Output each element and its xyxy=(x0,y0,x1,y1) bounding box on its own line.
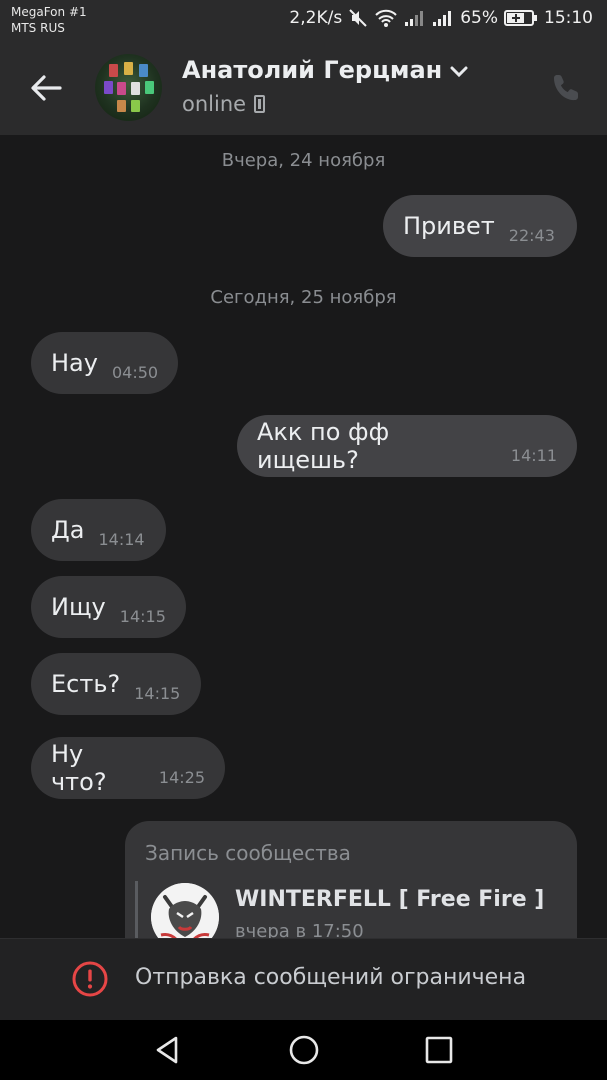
chevron-down-icon[interactable] xyxy=(450,56,468,84)
message-list[interactable]: Вчера, 24 ноября Привет 22:43 Сегодня, 2… xyxy=(0,135,607,938)
chat-header: Анатолий Герцман online xyxy=(0,40,607,135)
message-text: Нау xyxy=(51,349,98,377)
post-label: Запись сообщества xyxy=(145,841,351,865)
nav-recents-icon[interactable] xyxy=(423,1034,455,1066)
community-post-message[interactable]: Запись сообщества WINTERFELL [ Free Fire… xyxy=(125,821,577,938)
message-time: 04:50 xyxy=(111,362,159,382)
quote-bar xyxy=(135,881,138,938)
nav-home-icon[interactable] xyxy=(288,1034,320,1066)
restriction-text: Отправка сообщений ограничена xyxy=(135,965,527,990)
message-time: 14:14 xyxy=(98,529,145,549)
message-text: Есть? xyxy=(51,670,121,698)
message-time: 22:43 xyxy=(508,225,555,245)
contact-name[interactable]: Анатолий Герцман xyxy=(182,56,468,84)
carrier-info: MegaFon #1 MTS RUS xyxy=(11,4,87,36)
status-text: online xyxy=(182,92,247,116)
back-arrow-icon[interactable] xyxy=(28,70,64,106)
post-date: вчера в 17:50 xyxy=(235,921,364,938)
signal-1-icon xyxy=(404,9,426,27)
phone-icon[interactable] xyxy=(551,72,583,104)
mute-icon xyxy=(348,8,368,28)
mobile-icon xyxy=(254,95,266,113)
nav-back-icon[interactable] xyxy=(152,1034,184,1066)
signal-2-icon xyxy=(432,9,454,27)
warning-icon xyxy=(72,961,108,997)
contact-name-text: Анатолий Герцман xyxy=(182,56,443,84)
date-separator-yesterday: Вчера, 24 ноября xyxy=(221,150,386,171)
message-text: Акк по фф ищешь? xyxy=(257,418,390,474)
message-incoming[interactable]: Ну что? 14:25 xyxy=(31,737,225,799)
carrier-line-1: MegaFon #1 xyxy=(11,5,87,19)
message-text: Привет xyxy=(403,212,495,240)
avatar[interactable] xyxy=(95,54,162,121)
date-separator-today: Сегодня, 25 ноября xyxy=(210,287,397,308)
message-incoming[interactable]: Ищу 14:15 xyxy=(31,576,186,638)
wolf-logo-icon[interactable] xyxy=(151,883,219,938)
battery-icon xyxy=(504,9,538,27)
battery-percent: 65% xyxy=(460,8,498,28)
message-time: 14:15 xyxy=(119,606,166,626)
network-speed: 2,2K/s xyxy=(289,8,343,28)
message-outgoing[interactable]: Акк по фф ищешь? 14:11 xyxy=(237,415,577,477)
contact-status: online xyxy=(182,92,266,116)
message-text: Ну что? xyxy=(51,740,107,796)
message-text: Да xyxy=(51,516,85,544)
message-incoming[interactable]: Нау 04:50 xyxy=(31,332,178,394)
post-title[interactable]: WINTERFELL [ Free Fire ] xyxy=(235,887,544,912)
status-bar: MegaFon #1 MTS RUS 2,2K/s 65% 15:10 xyxy=(0,0,607,40)
message-outgoing[interactable]: Привет 22:43 xyxy=(383,195,577,257)
messaging-restricted-bar: Отправка сообщений ограничена xyxy=(0,938,607,1020)
message-time: 14:11 xyxy=(510,445,557,465)
status-indicators: 2,2K/s 65% 15:10 xyxy=(289,8,593,28)
system-nav-bar xyxy=(0,1020,607,1080)
clock: 15:10 xyxy=(544,8,593,28)
message-text: Ищу xyxy=(51,593,106,621)
wifi-icon xyxy=(374,8,398,28)
message-incoming[interactable]: Есть? 14:15 xyxy=(31,653,201,715)
carrier-line-2: MTS RUS xyxy=(11,21,65,35)
message-time: 14:15 xyxy=(134,683,181,703)
message-incoming[interactable]: Да 14:14 xyxy=(31,499,166,561)
message-time: 14:25 xyxy=(158,767,205,787)
